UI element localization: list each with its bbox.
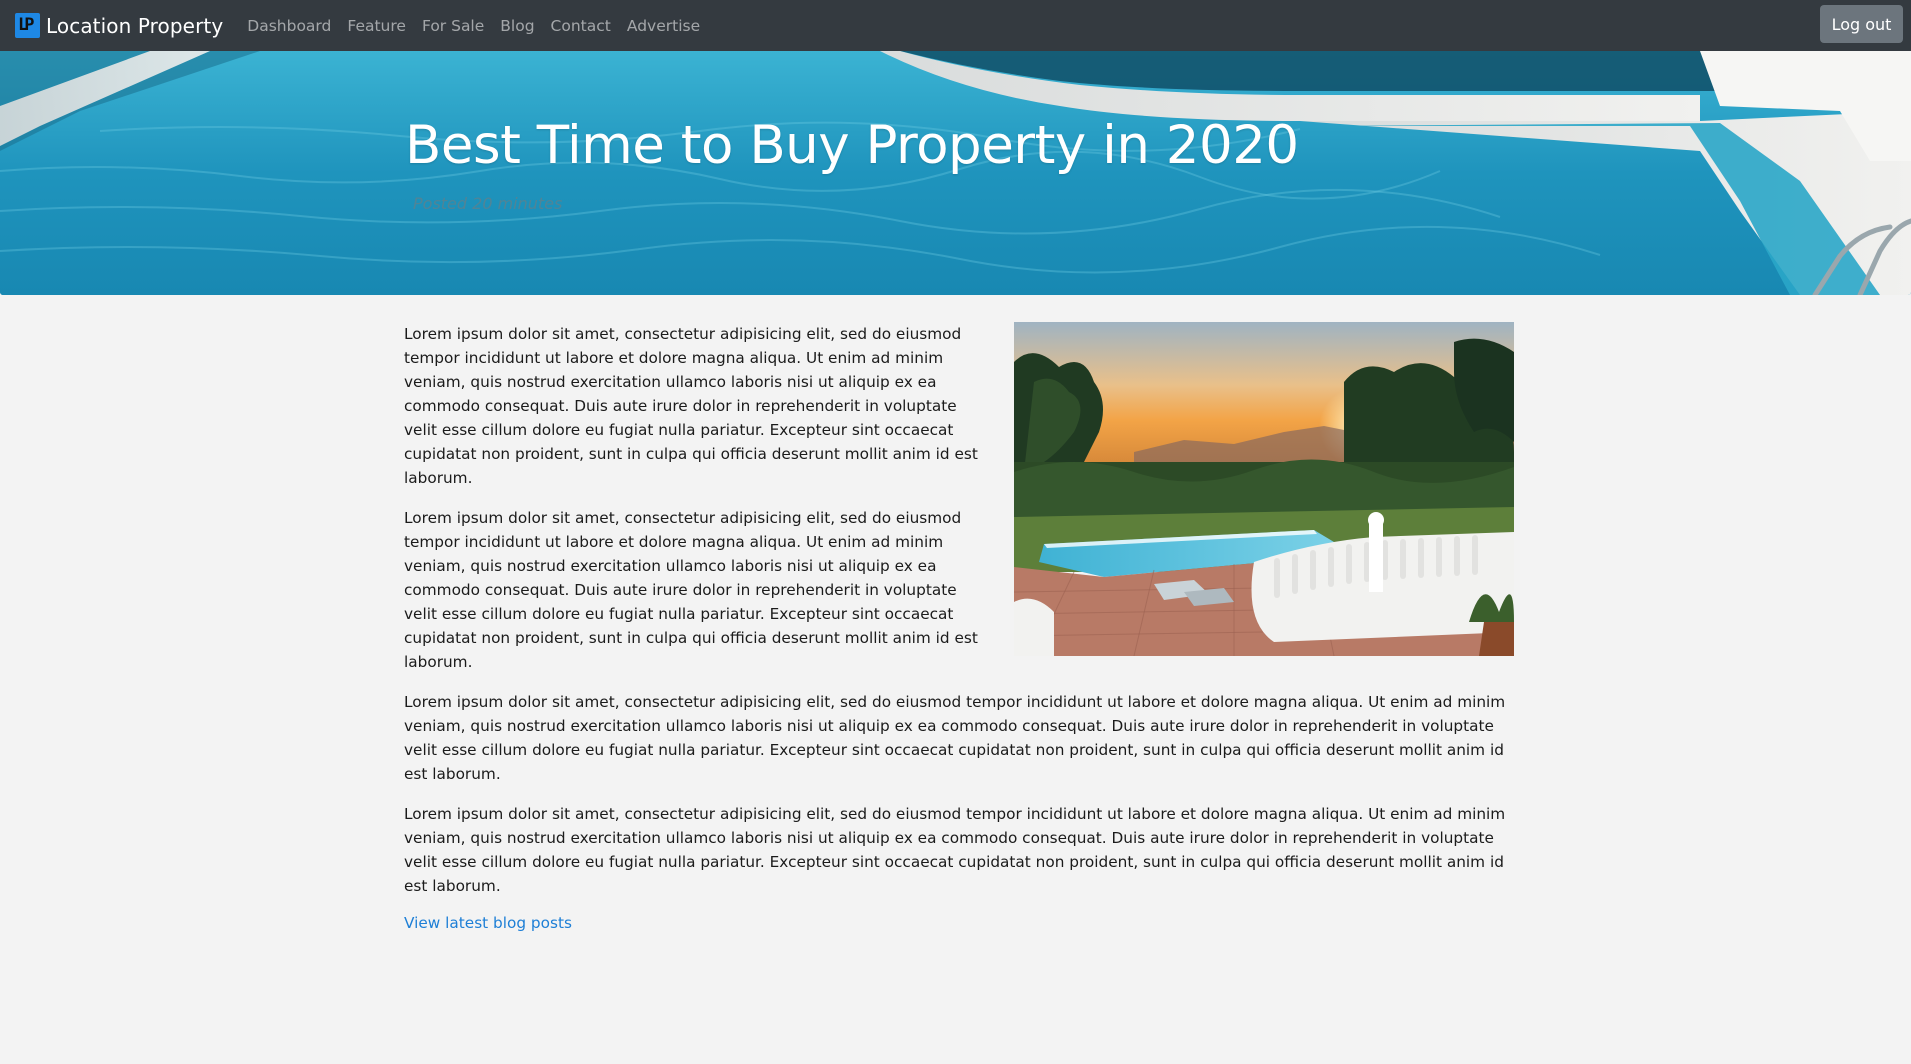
nav-link-contact[interactable]: Contact (551, 17, 611, 35)
logout-button[interactable]: Log out (1820, 5, 1903, 43)
villa-pool-image (1014, 322, 1514, 656)
view-latest-blog-posts-link[interactable]: View latest blog posts (404, 914, 572, 932)
article-paragraph-3: Lorem ipsum dolor sit amet, consectetur … (404, 693, 1506, 783)
brand[interactable]: LP Location Property (15, 13, 223, 38)
hero-banner: Best Time to Buy Property in 2020 Posted… (0, 51, 1911, 295)
main-nav: Dashboard Feature For Sale Blog Contact … (247, 17, 716, 35)
nav-link-for-sale[interactable]: For Sale (422, 17, 484, 35)
nav-link-advertise[interactable]: Advertise (627, 17, 700, 35)
nav-link-blog[interactable]: Blog (500, 17, 534, 35)
posted-time: Posted 20 minutes (413, 194, 563, 213)
brand-name[interactable]: Location Property (46, 14, 223, 38)
nav-link-feature[interactable]: Feature (347, 17, 406, 35)
brand-logo-text: LP (18, 15, 35, 35)
article-title: Best Time to Buy Property in 2020 (405, 115, 1299, 176)
nav-link-dashboard[interactable]: Dashboard (247, 17, 331, 35)
article-body: Lorem ipsum dolor sit amet, consectetur … (404, 322, 1514, 933)
article-paragraph-4: Lorem ipsum dolor sit amet, consectetur … (404, 805, 1506, 895)
top-navbar: LP Location Property Dashboard Feature F… (0, 0, 1911, 51)
brand-logo-icon: LP (15, 13, 40, 38)
